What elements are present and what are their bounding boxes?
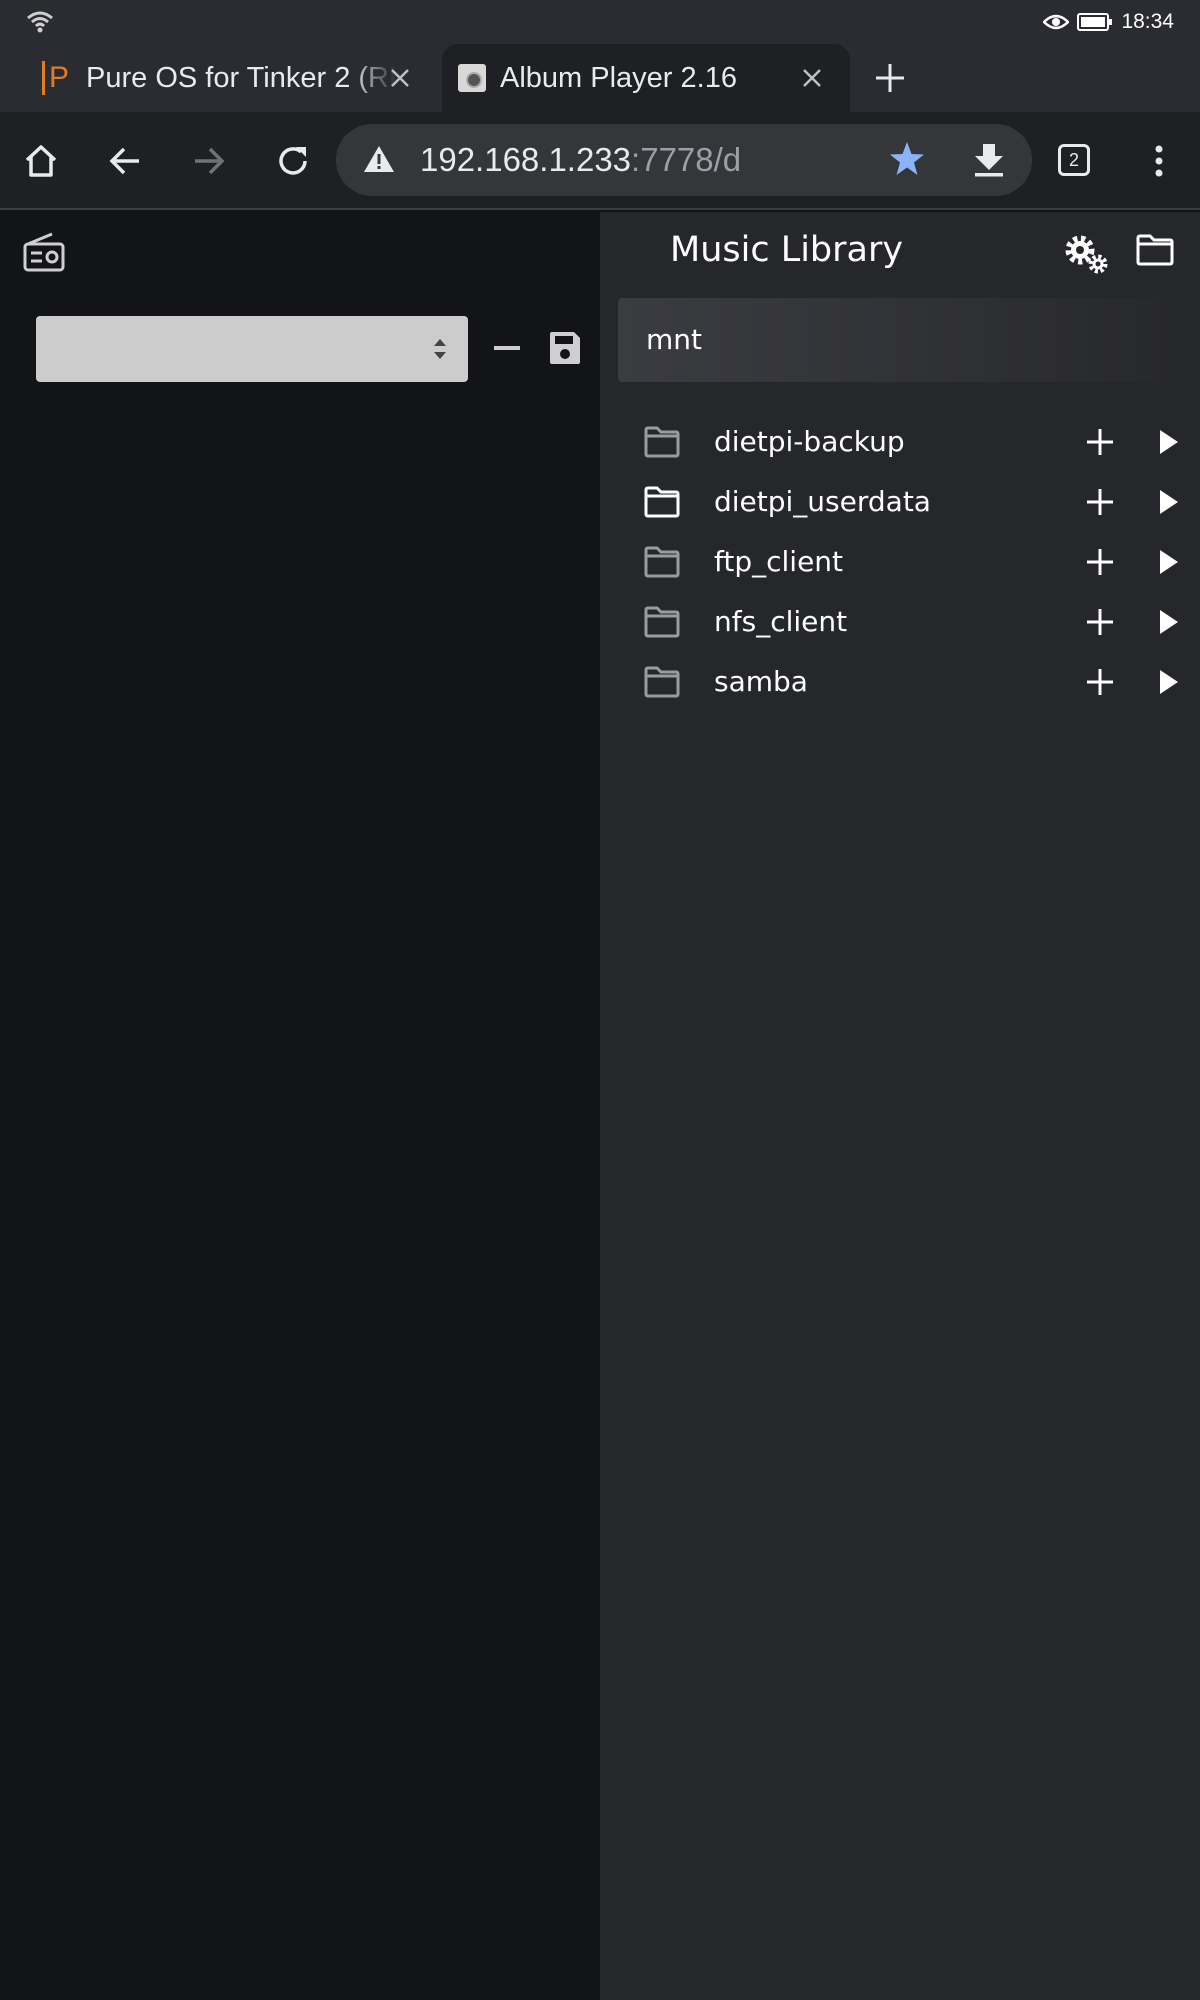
pureos-favicon-icon: P [42, 61, 72, 95]
folder-name[interactable]: dietpi-backup [714, 412, 905, 472]
folder-icon [644, 666, 680, 698]
folder-icon[interactable] [1136, 234, 1174, 266]
add-icon[interactable] [1086, 548, 1114, 576]
breadcrumb-path: mnt [646, 323, 702, 356]
settings-gears-icon[interactable] [1062, 232, 1110, 276]
tab-title: Album Player 2.16 [500, 61, 737, 94]
url-text[interactable]: 192.168.1.233:7778/d [420, 124, 741, 196]
folder-name[interactable]: nfs_client [714, 592, 847, 652]
folder-icon [644, 546, 680, 578]
breadcrumb[interactable]: mnt [618, 298, 1200, 382]
battery-icon [1077, 13, 1113, 31]
url-path: :7778/d [631, 141, 742, 178]
playlist-pane [0, 212, 600, 2000]
address-bar[interactable]: 192.168.1.233:7778/d [336, 124, 1032, 196]
play-icon[interactable] [1158, 548, 1180, 576]
folder-list: dietpi-backup dietpi_userdata ftp_client nf… [600, 412, 1200, 712]
warning-icon[interactable] [362, 144, 396, 174]
library-pane: Music Library mnt dietpi-backup dietpi_us… [600, 212, 1200, 2000]
tab-switcher-button[interactable]: 2 [1058, 144, 1090, 176]
home-icon[interactable] [22, 142, 60, 180]
close-tab-icon[interactable] [386, 64, 414, 92]
list-item[interactable]: dietpi-backup [600, 412, 1200, 472]
folder-icon [644, 426, 680, 458]
radio-icon[interactable] [22, 230, 66, 274]
eye-icon [1043, 14, 1070, 30]
new-tab-icon[interactable] [872, 60, 908, 96]
tab-album-player[interactable]: Album Player 2.16 [442, 44, 850, 112]
disc-favicon-icon [458, 64, 486, 92]
status-right: 18:34 [1043, 10, 1174, 34]
folder-icon [644, 606, 680, 638]
remove-button[interactable] [492, 330, 522, 366]
playlist-select[interactable] [36, 316, 468, 382]
back-arrow-icon[interactable] [106, 142, 144, 180]
reload-icon[interactable] [274, 142, 312, 180]
list-item[interactable]: dietpi_userdata [600, 472, 1200, 532]
star-icon[interactable] [888, 140, 926, 178]
url-host: 192.168.1.233 [420, 141, 632, 178]
folder-name[interactable]: samba [714, 652, 808, 712]
download-icon[interactable] [972, 142, 1006, 178]
tab-pureos[interactable]: P Pure OS for Tinker 2 (RK3288) [22, 44, 438, 112]
status-bar: 18:34 [0, 0, 1200, 44]
tab-title: Pure OS for Tinker 2 (RK3288) [86, 61, 396, 94]
add-icon[interactable] [1086, 668, 1114, 696]
more-menu-icon[interactable] [1140, 142, 1178, 180]
folder-name[interactable]: ftp_client [714, 532, 843, 592]
select-arrows-icon [434, 339, 446, 359]
add-icon[interactable] [1086, 608, 1114, 636]
folder-name[interactable]: dietpi_userdata [714, 472, 931, 532]
forward-arrow-icon [195, 147, 225, 175]
play-icon[interactable] [1158, 428, 1180, 456]
list-item[interactable]: ftp_client [600, 532, 1200, 592]
close-tab-icon[interactable] [798, 64, 826, 92]
folder-icon [644, 486, 680, 518]
add-icon[interactable] [1086, 488, 1114, 516]
list-item[interactable]: samba [600, 652, 1200, 712]
add-icon[interactable] [1086, 428, 1114, 456]
play-icon[interactable] [1158, 608, 1180, 636]
tab-strip: P Pure OS for Tinker 2 (RK3288) Album Pl… [0, 44, 1200, 112]
clock: 18:34 [1121, 10, 1174, 33]
browser-toolbar: 192.168.1.233:7778/d [0, 112, 1200, 210]
play-icon[interactable] [1158, 488, 1180, 516]
list-item[interactable]: nfs_client [600, 592, 1200, 652]
wifi-icon [27, 11, 53, 33]
play-icon[interactable] [1158, 668, 1180, 696]
library-title: Music Library [670, 230, 904, 270]
save-icon[interactable] [548, 330, 582, 366]
